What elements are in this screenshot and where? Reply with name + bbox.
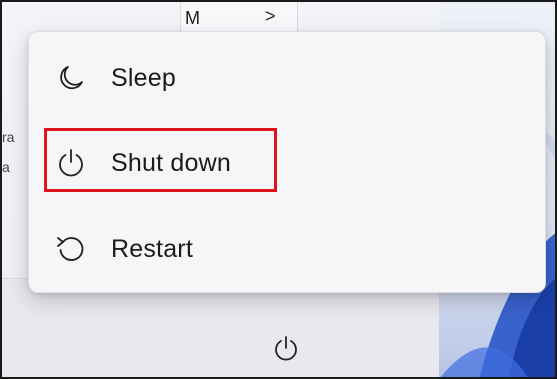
menu-item-label: Restart	[111, 234, 193, 263]
restart-icon	[53, 231, 89, 267]
menu-item-label: Shut down	[111, 148, 231, 177]
partial-text-line: ra	[2, 129, 15, 145]
menu-item-label: Sleep	[111, 63, 176, 92]
menu-item-sleep[interactable]: Sleep	[53, 54, 176, 102]
partial-text-left: ra a	[2, 122, 14, 182]
power-icon	[275, 336, 297, 361]
pinned-header-partial[interactable]: M >	[180, 2, 298, 34]
power-icon	[53, 145, 89, 181]
screenshot-frame: M > ra a Sleep Shut down Restart	[0, 0, 557, 379]
moon-icon	[53, 60, 89, 96]
footer-power-button[interactable]	[266, 329, 306, 369]
menu-item-shut-down[interactable]: Shut down	[53, 139, 231, 187]
partial-text-line: a	[2, 159, 10, 175]
menu-item-restart[interactable]: Restart	[53, 225, 193, 273]
power-options-menu: Sleep Shut down Restart	[28, 31, 546, 293]
pinned-header-label: M	[185, 8, 200, 28]
start-menu-footer	[2, 278, 439, 377]
chevron-right-icon: >	[265, 6, 276, 26]
